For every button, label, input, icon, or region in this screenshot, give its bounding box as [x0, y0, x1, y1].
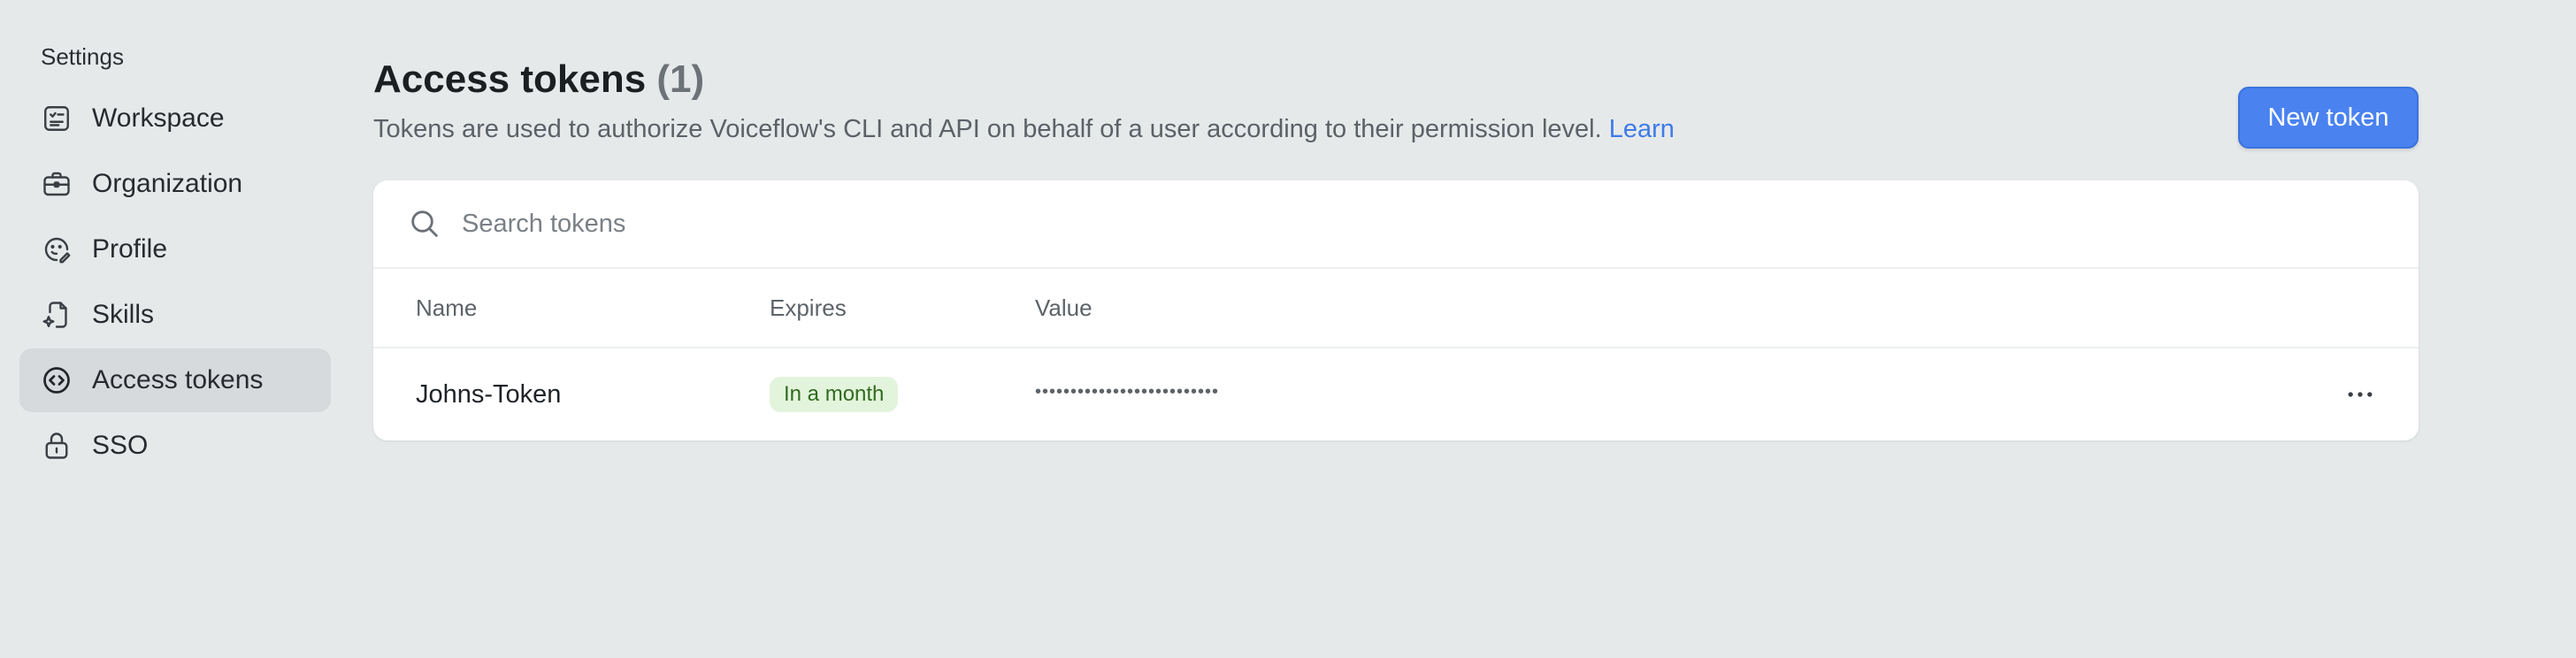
briefcase-icon [39, 166, 74, 202]
code-brackets-icon [39, 363, 74, 398]
token-count: (1) [656, 57, 705, 101]
main-content: Access tokens (1) Tokens are used to aut… [373, 55, 2419, 440]
workspace-icon [39, 101, 74, 136]
token-name: Johns-Token [416, 379, 562, 409]
column-header-expires[interactable]: Expires [770, 295, 847, 322]
table-header: Name Expires Value [373, 269, 2419, 348]
sidebar-item-label: Skills [92, 300, 155, 329]
settings-sidebar: Settings Workspace Organization Profile … [19, 39, 331, 479]
page-title-text: Access tokens [373, 57, 647, 101]
sidebar-item-label: SSO [92, 431, 149, 460]
sidebar-item-label: Access tokens [92, 365, 264, 394]
page-title: Access tokens (1) [373, 55, 2419, 104]
sidebar-title: Settings [41, 43, 124, 70]
sidebar-item-profile[interactable]: Profile [19, 218, 331, 281]
profile-face-icon [39, 232, 74, 267]
sidebar-item-access-tokens[interactable]: Access tokens [19, 348, 331, 412]
column-header-value[interactable]: Value [1035, 295, 1092, 322]
search-icon [407, 206, 442, 241]
description-text: Tokens are used to authorize Voiceflow's… [373, 115, 1602, 143]
sidebar-item-workspace[interactable]: Workspace [19, 87, 331, 150]
sidebar-item-sso[interactable]: SSO [19, 414, 331, 478]
token-value-masked: •••••••••••••••••••••••••• [1035, 382, 1220, 402]
more-options-icon[interactable] [2342, 377, 2378, 412]
learn-link[interactable]: Learn [1609, 115, 1675, 143]
sidebar-item-organization[interactable]: Organization [19, 152, 331, 216]
column-header-name[interactable]: Name [416, 295, 477, 322]
sidebar-item-skills[interactable]: Skills [19, 283, 331, 347]
sidebar-item-label: Organization [92, 169, 243, 198]
expires-badge: In a month [770, 377, 899, 412]
tokens-card: Name Expires Value Johns-Token In a mont… [373, 180, 2419, 440]
new-token-button[interactable]: New token [2238, 87, 2419, 149]
app: Settings Workspace Organization Profile … [0, 0, 2576, 658]
lock-icon [39, 428, 74, 463]
table-row[interactable]: Johns-Token In a month •••••••••••••••••… [373, 348, 2419, 440]
skills-icon [39, 297, 74, 333]
page-description: Tokens are used to authorize Voiceflow's… [373, 111, 2419, 147]
sidebar-item-label: Profile [92, 234, 168, 264]
sidebar-item-label: Workspace [92, 103, 225, 133]
page-header: Access tokens (1) Tokens are used to aut… [373, 55, 2419, 180]
search-bar [373, 180, 2419, 269]
search-input[interactable] [460, 208, 1171, 240]
